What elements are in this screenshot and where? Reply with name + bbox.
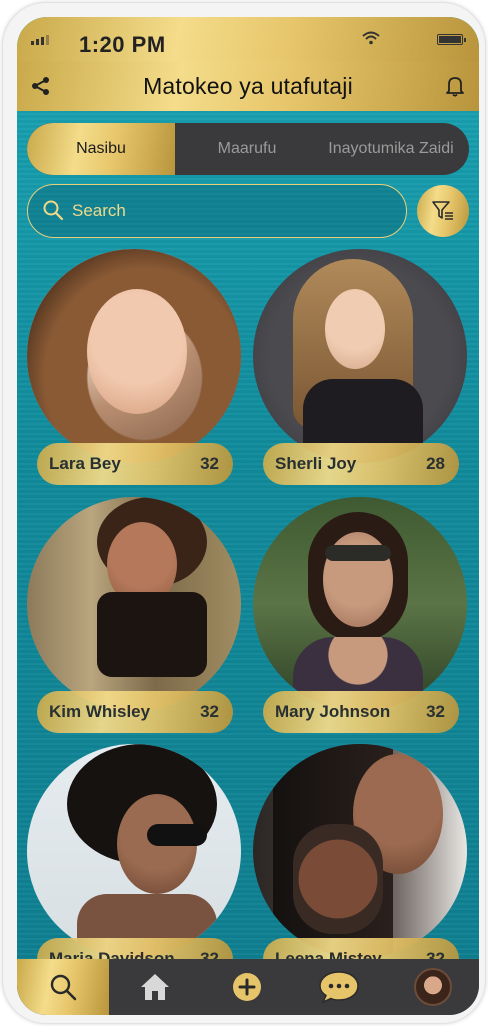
tab-nasibu[interactable]: Nasibu (27, 123, 175, 175)
app-header: Matokeo ya utafutaji (17, 61, 479, 111)
search-bar (27, 184, 407, 238)
status-bar: 1:20 PM (17, 17, 479, 61)
profile-name: Mary Johnson (275, 702, 391, 721)
signal-icon (31, 35, 49, 45)
profile-age: 32 (200, 702, 219, 721)
profile-name-pill: Lara Bey 32 (37, 443, 233, 485)
app-screen: 1:20 PM Matokeo ya utafutaji Nasibu Maar… (17, 17, 479, 1015)
filter-tabs: Nasibu Maarufu Inayotumika Zaidi (27, 123, 469, 175)
profile-name-pill: Mary Johnson 32 (263, 691, 459, 733)
profile-card[interactable]: Leena Mistey 32 (253, 744, 469, 959)
profile-name-pill: Kim Whisley 32 (37, 691, 233, 733)
profile-card[interactable]: Mary Johnson 32 (253, 497, 469, 733)
search-icon (50, 974, 77, 1001)
battery-icon (437, 34, 466, 45)
phone-frame: 1:20 PM Matokeo ya utafutaji Nasibu Maar… (2, 2, 486, 1024)
page-title: Matokeo ya utafutaji (143, 73, 353, 99)
bottom-nav (17, 959, 479, 1015)
profile-age: 28 (426, 454, 445, 473)
profile-age: 32 (426, 949, 445, 959)
tab-maarufu[interactable]: Maarufu (177, 123, 317, 175)
nav-add[interactable] (201, 959, 293, 1015)
profile-name-pill: Maria Davidson 32 (37, 938, 233, 959)
profile-age: 32 (200, 949, 219, 959)
profile-card[interactable]: Kim Whisley 32 (27, 497, 243, 733)
profile-name: Lara Bey (49, 454, 121, 473)
profile-name: Kim Whisley (49, 702, 151, 721)
search-icon (42, 199, 64, 226)
profile-name: Leena Mistey (275, 949, 382, 959)
profile-photo (27, 497, 241, 711)
profile-name: Sherli Joy (275, 454, 357, 473)
tab-inayotumika-zaidi[interactable]: Inayotumika Zaidi (311, 123, 469, 175)
profile-photo (253, 497, 467, 711)
profile-name-pill: Sherli Joy 28 (263, 443, 459, 485)
profile-card[interactable]: Sherli Joy 28 (253, 249, 469, 485)
profile-card[interactable]: Maria Davidson 32 (27, 744, 243, 959)
plus-circle-icon (233, 973, 261, 1001)
nav-home[interactable] (109, 959, 201, 1015)
profile-card[interactable]: Lara Bey 32 (27, 249, 243, 485)
home-icon (141, 974, 169, 1000)
nav-profile[interactable] (387, 959, 479, 1015)
search-input[interactable] (72, 199, 372, 223)
profile-name: Maria Davidson (49, 949, 175, 959)
profile-photo (253, 249, 467, 463)
profile-age: 32 (426, 702, 445, 721)
avatar (414, 968, 452, 1006)
nav-search[interactable] (17, 959, 109, 1015)
status-time: 1:20 PM (79, 32, 166, 57)
bell-icon[interactable] (445, 75, 465, 102)
profile-photo (253, 744, 467, 958)
filter-button[interactable] (417, 185, 469, 237)
profile-photo (27, 744, 241, 958)
filter-icon (432, 201, 453, 220)
profile-age: 32 (200, 454, 219, 473)
nav-messages[interactable] (293, 959, 385, 1015)
profile-photo (27, 249, 241, 463)
wifi-icon (362, 31, 380, 50)
chat-bubble-icon (319, 971, 359, 1004)
profile-grid: Lara Bey 32 Sherli Joy 28 Kim Whisley 32… (17, 247, 479, 959)
profile-name-pill: Leena Mistey 32 (263, 938, 459, 959)
